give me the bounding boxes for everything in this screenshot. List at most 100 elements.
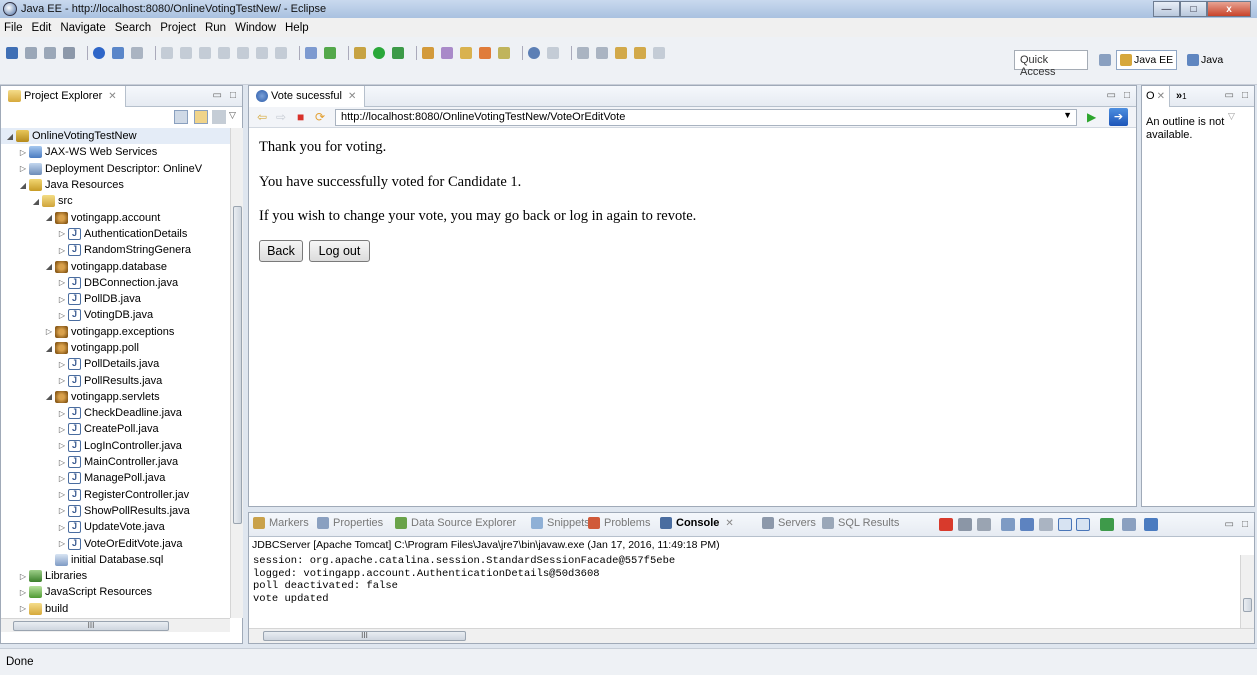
collapsed-arrow-icon[interactable]: ▷: [57, 474, 67, 483]
remove-launch-icon[interactable]: [958, 518, 972, 531]
skip-breakpoints-icon[interactable]: [131, 47, 143, 59]
collapsed-arrow-icon[interactable]: ▷: [57, 311, 67, 320]
tree-item[interactable]: ▷ CreatePoll.java: [1, 421, 231, 437]
tree-scroll-thumb[interactable]: [233, 206, 242, 524]
tab-problems[interactable]: Problems: [588, 517, 650, 529]
menu-search[interactable]: Search: [115, 22, 151, 34]
tree-item[interactable]: ▷ Libraries: [1, 568, 231, 584]
stop-icon[interactable]: ■: [297, 111, 304, 124]
expanded-arrow-icon[interactable]: ◢: [44, 392, 54, 401]
tree-item[interactable]: ▷ JAX-WS Web Services: [1, 144, 231, 160]
tab-project-explorer[interactable]: Project Explorer ✕: [1, 85, 126, 107]
tree-item[interactable]: ◢ OnlineVotingTestNew: [1, 128, 231, 145]
collapse-all-icon[interactable]: [174, 110, 188, 124]
collapsed-arrow-icon[interactable]: ▷: [57, 229, 67, 238]
console-vertical-scrollbar[interactable]: [1240, 555, 1254, 628]
collapsed-arrow-icon[interactable]: ▷: [57, 458, 67, 467]
collapsed-arrow-icon[interactable]: ▷: [18, 604, 28, 613]
tree-item[interactable]: ◢ votingapp.database: [1, 258, 231, 274]
search-icon[interactable]: [547, 47, 559, 59]
tab-data-source-explorer[interactable]: Data Source Explorer: [395, 517, 516, 529]
expanded-arrow-icon[interactable]: ◢: [44, 213, 54, 222]
menu-project[interactable]: Project: [160, 22, 196, 34]
show-stdout-icon[interactable]: [1058, 518, 1072, 531]
collapsed-arrow-icon[interactable]: ▷: [57, 360, 67, 369]
quick-access-input[interactable]: Quick Access: [1014, 50, 1088, 78]
console-output[interactable]: session: org.apache.catalina.session.Sta…: [253, 555, 675, 605]
tree-item[interactable]: ▷ MainController.java: [1, 454, 231, 470]
expanded-arrow-icon[interactable]: ◢: [44, 344, 54, 353]
collapsed-arrow-icon[interactable]: ▷: [18, 588, 28, 597]
maximize-button[interactable]: □: [1180, 1, 1207, 17]
tree-item[interactable]: ▷ ManagePoll.java: [1, 470, 231, 486]
link-with-editor-icon[interactable]: [194, 110, 208, 124]
tree-item[interactable]: ▷ CheckDeadline.java: [1, 405, 231, 421]
tree-item[interactable]: ▷ votingapp.exceptions: [1, 324, 231, 340]
tab-console[interactable]: Console ✕: [660, 517, 734, 529]
expanded-arrow-icon[interactable]: ◢: [44, 262, 54, 271]
minimize-view-icon[interactable]: ▭: [1225, 90, 1234, 101]
menu-edit[interactable]: Edit: [32, 22, 52, 34]
collapsed-arrow-icon[interactable]: ▷: [18, 148, 28, 157]
tree-item[interactable]: ▷ LogInController.java: [1, 438, 231, 454]
terminate-icon[interactable]: [939, 518, 953, 531]
menu-window[interactable]: Window: [235, 22, 276, 34]
new-package-icon[interactable]: [441, 47, 453, 59]
display-console-icon[interactable]: [1122, 518, 1136, 531]
tree-item[interactable]: ▷ PollResults.java: [1, 372, 231, 388]
tab-vote-successful[interactable]: Vote sucessful ✕: [249, 85, 366, 107]
debug-icon[interactable]: [354, 47, 366, 59]
clear-console-icon[interactable]: [1001, 518, 1015, 531]
close-tab-icon[interactable]: ✕: [108, 91, 116, 102]
close-tab-icon[interactable]: ✕: [1157, 91, 1165, 102]
tree-item[interactable]: ▷ UpdateVote.java: [1, 519, 231, 535]
menu-help[interactable]: Help: [285, 22, 309, 34]
forward-nav-icon[interactable]: [634, 47, 646, 59]
maximize-view-icon[interactable]: □: [1124, 90, 1130, 101]
forward-arrow-icon[interactable]: ⇨: [276, 111, 286, 124]
server-icon[interactable]: [93, 47, 105, 59]
tree-item[interactable]: ▷ RegisterController.jav: [1, 487, 231, 503]
menu-run[interactable]: Run: [205, 22, 226, 34]
new-java-project-icon[interactable]: [422, 47, 434, 59]
tree-item[interactable]: ▷ DBConnection.java: [1, 275, 231, 291]
expanded-arrow-icon[interactable]: ◢: [5, 132, 15, 141]
external-tools-icon[interactable]: [392, 47, 404, 59]
terminate-icon[interactable]: [199, 47, 211, 59]
minimize-view-icon[interactable]: ▭: [213, 90, 222, 101]
logout-button[interactable]: Log out: [309, 240, 370, 262]
run-icon[interactable]: [373, 47, 385, 59]
tree-item[interactable]: ▷ Deployment Descriptor: OnlineV: [1, 161, 231, 177]
edit-icon[interactable]: [498, 47, 510, 59]
tree-item[interactable]: ▷ PollDetails.java: [1, 356, 231, 372]
back-arrow-icon[interactable]: ⇦: [257, 111, 267, 124]
collapsed-arrow-icon[interactable]: ▷: [57, 295, 67, 304]
go-icon[interactable]: ▶: [1087, 110, 1096, 124]
back-nav-icon[interactable]: [615, 47, 627, 59]
remove-all-icon[interactable]: [977, 518, 991, 531]
minimize-view-icon[interactable]: ▭: [1107, 90, 1116, 101]
tree-item[interactable]: ▷ VotingDB.java: [1, 307, 231, 323]
tree-vertical-scrollbar[interactable]: [230, 128, 243, 618]
save-all-icon[interactable]: [44, 47, 56, 59]
save-icon[interactable]: [25, 47, 37, 59]
collapsed-arrow-icon[interactable]: ▷: [57, 376, 67, 385]
collapsed-arrow-icon[interactable]: ▷: [57, 539, 67, 548]
close-tab-icon[interactable]: ✕: [725, 518, 733, 529]
open-file-icon[interactable]: [479, 47, 491, 59]
tab-snippets[interactable]: Snippets: [531, 517, 590, 529]
tree-item[interactable]: ◢ votingapp.poll: [1, 340, 231, 356]
collapsed-arrow-icon[interactable]: ▷: [18, 164, 28, 173]
open-perspective-button[interactable]: [1096, 50, 1116, 70]
tab-servers[interactable]: Servers: [762, 517, 816, 529]
print-icon[interactable]: [63, 47, 75, 59]
resume-icon[interactable]: [161, 47, 173, 59]
maximize-view-icon[interactable]: □: [230, 90, 236, 101]
collapsed-arrow-icon[interactable]: ▷: [57, 409, 67, 418]
view-menu-icon[interactable]: [212, 110, 226, 124]
suspend-icon[interactable]: [180, 47, 192, 59]
close-tab-icon[interactable]: ✕: [348, 91, 356, 102]
collapsed-arrow-icon[interactable]: ▷: [57, 506, 67, 515]
collapsed-arrow-icon[interactable]: ▷: [57, 246, 67, 255]
open-external-icon[interactable]: ➔: [1109, 108, 1128, 126]
